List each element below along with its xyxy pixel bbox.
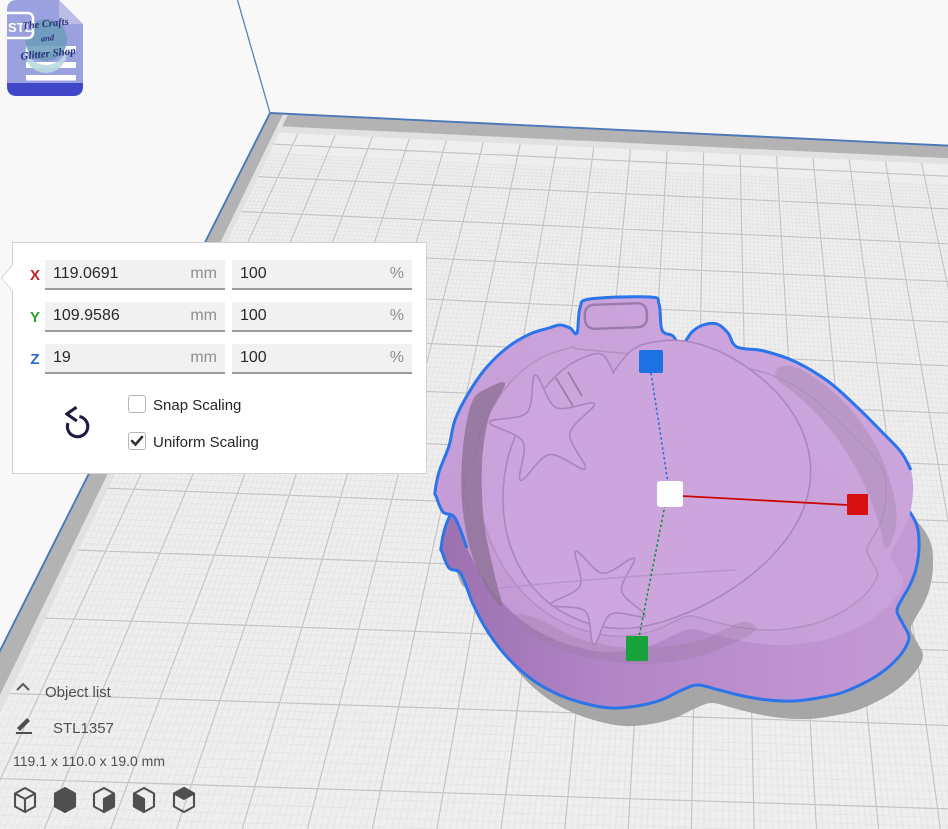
svg-text:and: and <box>40 32 55 43</box>
